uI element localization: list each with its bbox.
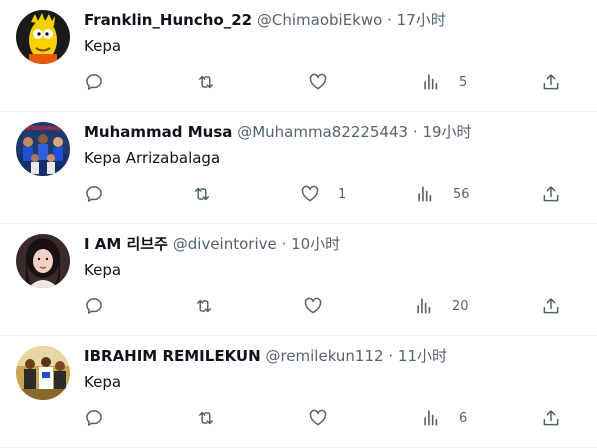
share-button[interactable] bbox=[541, 406, 561, 430]
share-button[interactable] bbox=[541, 182, 561, 206]
avatar[interactable] bbox=[16, 346, 70, 400]
tweet-actions: 1 56 bbox=[0, 180, 597, 208]
separator: · bbox=[388, 347, 394, 365]
reply-icon bbox=[86, 74, 102, 90]
avatar[interactable] bbox=[16, 234, 70, 288]
group-photo-avatar-icon bbox=[16, 346, 70, 400]
display-name[interactable]: Muhammad Musa bbox=[84, 123, 232, 141]
tweet-header: I AM 리브주 @diveintorive · 10小时 bbox=[84, 234, 340, 254]
share-button[interactable] bbox=[541, 294, 561, 318]
reply-icon bbox=[86, 186, 102, 202]
share-icon bbox=[543, 186, 559, 202]
views-icon bbox=[424, 74, 438, 90]
user-handle[interactable]: @diveintorive bbox=[173, 235, 277, 253]
separator: · bbox=[412, 123, 418, 141]
tweet[interactable]: Muhammad Musa @Muhamma82225443 · 19小时 Ke… bbox=[0, 112, 597, 224]
user-handle[interactable]: @ChimaobiEkwo bbox=[257, 11, 382, 29]
tweet[interactable]: Franklin_Huncho_22 @ChimaobiEkwo · 17小时 … bbox=[0, 0, 597, 112]
timestamp[interactable]: 19小时 bbox=[422, 123, 471, 141]
tweet-header: Muhammad Musa @Muhamma82225443 · 19小时 bbox=[84, 122, 472, 142]
portrait-avatar-icon bbox=[16, 234, 70, 288]
retweet-button[interactable] bbox=[192, 182, 212, 206]
tweet-text: Kepa Arrizabalaga bbox=[84, 149, 221, 167]
reply-button[interactable] bbox=[84, 294, 104, 318]
tweet-actions: 5 bbox=[0, 68, 597, 96]
tweet-header: IBRAHIM REMILEKUN @remilekun112 · 11小时 bbox=[84, 346, 447, 366]
view-count: 20 bbox=[452, 298, 469, 314]
views-button[interactable]: 20 bbox=[414, 294, 469, 318]
view-count: 6 bbox=[459, 410, 468, 426]
like-icon bbox=[304, 297, 322, 314]
tweet[interactable]: I AM 리브주 @diveintorive · 10小时 Kepa 20 bbox=[0, 224, 597, 336]
tweet-header: Franklin_Huncho_22 @ChimaobiEkwo · 17小时 bbox=[84, 10, 446, 30]
like-button[interactable] bbox=[308, 70, 346, 94]
views-button[interactable]: 56 bbox=[415, 182, 470, 206]
user-handle[interactable]: @remilekun112 bbox=[265, 347, 383, 365]
display-name[interactable]: I AM 리브주 bbox=[84, 235, 168, 253]
tweet-text: Kepa bbox=[84, 37, 122, 55]
reply-button[interactable] bbox=[84, 182, 104, 206]
reply-icon bbox=[86, 298, 102, 314]
timestamp[interactable]: 11小时 bbox=[398, 347, 447, 365]
tweet-text: Kepa bbox=[84, 373, 122, 391]
views-icon bbox=[424, 410, 438, 426]
share-button[interactable] bbox=[541, 70, 561, 94]
view-count: 5 bbox=[459, 74, 468, 90]
reply-icon bbox=[86, 410, 102, 426]
tweet-feed: Franklin_Huncho_22 @ChimaobiEkwo · 17小时 … bbox=[0, 0, 597, 448]
timestamp[interactable]: 17小时 bbox=[397, 11, 446, 29]
tweet[interactable]: IBRAHIM REMILEKUN @remilekun112 · 11小时 K… bbox=[0, 336, 597, 448]
views-button[interactable]: 6 bbox=[421, 406, 467, 430]
share-icon bbox=[543, 298, 559, 314]
like-button[interactable] bbox=[308, 406, 346, 430]
retweet-button[interactable] bbox=[194, 294, 214, 318]
like-button[interactable]: 1 bbox=[300, 182, 346, 206]
like-button[interactable] bbox=[303, 294, 341, 318]
like-icon bbox=[309, 409, 327, 426]
user-handle[interactable]: @Muhamma82225443 bbox=[237, 123, 408, 141]
retweet-icon bbox=[199, 411, 213, 425]
avatar[interactable] bbox=[16, 122, 70, 176]
separator: · bbox=[281, 235, 287, 253]
reply-button[interactable] bbox=[84, 406, 104, 430]
view-count: 56 bbox=[453, 186, 470, 202]
retweet-icon bbox=[195, 187, 209, 201]
like-icon bbox=[309, 73, 327, 90]
tweet-text: Kepa bbox=[84, 261, 122, 279]
retweet-icon bbox=[197, 299, 211, 313]
share-icon bbox=[543, 74, 559, 90]
separator: · bbox=[387, 11, 392, 29]
simpson-character-avatar-icon bbox=[16, 10, 70, 64]
views-button[interactable]: 5 bbox=[421, 70, 467, 94]
retweet-icon bbox=[199, 75, 213, 89]
like-icon bbox=[301, 185, 319, 202]
team-photo-avatar-icon bbox=[16, 122, 70, 176]
share-icon bbox=[543, 410, 559, 426]
reply-button[interactable] bbox=[84, 70, 104, 94]
tweet-actions: 20 bbox=[0, 292, 597, 320]
retweet-button[interactable] bbox=[196, 70, 216, 94]
like-count: 1 bbox=[338, 186, 347, 202]
views-icon bbox=[418, 186, 432, 202]
retweet-button[interactable] bbox=[196, 406, 216, 430]
display-name[interactable]: Franklin_Huncho_22 bbox=[84, 11, 252, 29]
avatar[interactable] bbox=[16, 10, 70, 64]
tweet-actions: 6 bbox=[0, 404, 597, 432]
display-name[interactable]: IBRAHIM REMILEKUN bbox=[84, 347, 261, 365]
timestamp[interactable]: 10小时 bbox=[291, 235, 340, 253]
views-icon bbox=[417, 298, 431, 314]
